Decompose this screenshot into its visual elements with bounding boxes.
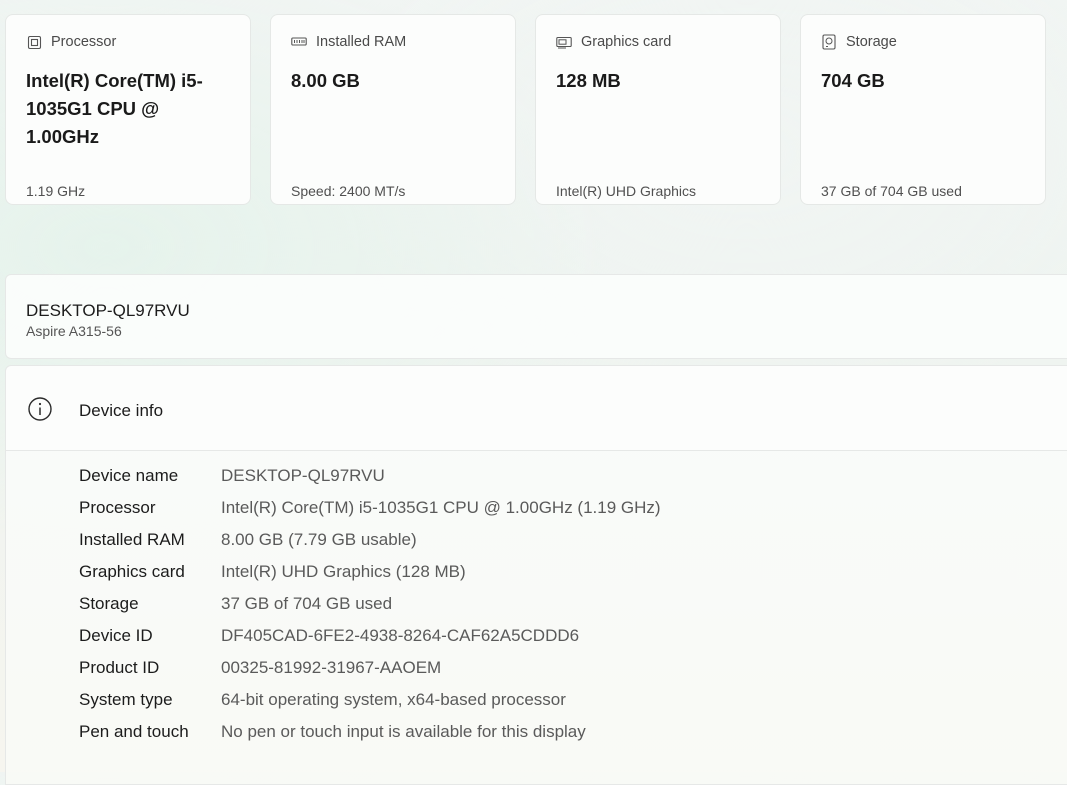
info-value: DESKTOP-QL97RVU xyxy=(221,466,385,485)
info-label: Product ID xyxy=(79,658,160,677)
info-row-product-id: Product ID 00325-81992-31967-AAOEM xyxy=(79,652,661,684)
device-info-list: Device name DESKTOP-QL97RVU Processor In… xyxy=(79,460,661,748)
ram-card[interactable]: Installed RAM 8.00 GB Speed: 2400 MT/s xyxy=(270,14,516,205)
info-value: 64-bit operating system, x64-based proce… xyxy=(221,690,566,709)
info-row-device-name: Device name DESKTOP-QL97RVU xyxy=(79,460,661,492)
info-row-system-type: System type 64-bit operating system, x64… xyxy=(79,684,661,716)
ram-card-subtext: Speed: 2400 MT/s xyxy=(291,183,406,199)
info-label: Device name xyxy=(79,466,179,485)
graphics-card-icon xyxy=(556,34,572,50)
ram-card-title: Installed RAM xyxy=(316,34,407,50)
info-row-installed-ram: Installed RAM 8.00 GB (7.79 GB usable) xyxy=(79,524,661,556)
ram-card-header: Installed RAM xyxy=(291,34,406,50)
info-value: 00325-81992-31967-AAOEM xyxy=(221,658,442,677)
processor-card-header: Processor xyxy=(26,34,116,50)
storage-card-header: Storage xyxy=(821,34,897,50)
graphics-card-card[interactable]: Graphics card 128 MB Intel(R) UHD Graphi… xyxy=(535,14,781,205)
info-label: Graphics card xyxy=(79,562,185,581)
info-icon xyxy=(28,397,52,421)
storage-icon xyxy=(821,34,837,50)
info-row-storage: Storage 37 GB of 704 GB used xyxy=(79,588,661,620)
graphics-card-subtext: Intel(R) UHD Graphics xyxy=(556,183,697,199)
storage-card-subtext: 37 GB of 704 GB used xyxy=(821,183,962,199)
info-value: DF405CAD-6FE2-4938-8264-CAF62A5CDDD6 xyxy=(221,626,580,645)
device-info-title: Device info xyxy=(79,401,164,420)
ram-icon xyxy=(291,34,307,50)
storage-card-value: 704 GB xyxy=(821,70,885,91)
graphics-card-value: 128 MB xyxy=(556,70,621,91)
info-value: No pen or touch input is available for t… xyxy=(221,722,586,741)
ram-card-value: 8.00 GB xyxy=(291,70,360,91)
processor-card[interactable]: Processor Intel(R) Core(TM) i5-1035G1 CP… xyxy=(5,14,251,205)
device-banner[interactable]: DESKTOP-QL97RVU Aspire A315-56 xyxy=(5,274,1067,359)
info-label: Pen and touch xyxy=(79,722,189,741)
processor-card-value: Intel(R) Core(TM) i5-1035G1 CPU @ 1.00GH… xyxy=(26,70,203,147)
info-value: Intel(R) Core(TM) i5-1035G1 CPU @ 1.00GH… xyxy=(221,498,661,517)
info-row-processor: Processor Intel(R) Core(TM) i5-1035G1 CP… xyxy=(79,492,661,524)
info-label: System type xyxy=(79,690,173,709)
processor-icon xyxy=(26,34,42,50)
info-label: Processor xyxy=(79,498,156,517)
device-info-header[interactable]: Device info xyxy=(6,366,1067,451)
info-label: Device ID xyxy=(79,626,153,645)
info-value: 37 GB of 704 GB used xyxy=(221,594,393,613)
device-info-panel: Device info Device name DESKTOP-QL97RVU … xyxy=(5,365,1067,785)
info-row-pen-and-touch: Pen and touch No pen or touch input is a… xyxy=(79,716,661,748)
info-label: Installed RAM xyxy=(79,530,185,549)
info-row-device-id: Device ID DF405CAD-6FE2-4938-8264-CAF62A… xyxy=(79,620,661,652)
processor-card-subtext: 1.19 GHz xyxy=(26,183,86,199)
info-row-graphics-card: Graphics card Intel(R) UHD Graphics (128… xyxy=(79,556,661,588)
device-name-heading: DESKTOP-QL97RVU xyxy=(26,301,190,320)
graphics-card-title: Graphics card xyxy=(581,34,672,50)
storage-card-title: Storage xyxy=(846,34,897,50)
info-value: 8.00 GB (7.79 GB usable) xyxy=(221,530,417,549)
storage-card[interactable]: Storage 704 GB 37 GB of 704 GB used xyxy=(800,14,1046,205)
info-label: Storage xyxy=(79,594,139,613)
info-value: Intel(R) UHD Graphics (128 MB) xyxy=(221,562,466,581)
graphics-card-header: Graphics card xyxy=(556,34,671,50)
processor-card-title: Processor xyxy=(51,34,117,50)
device-model: Aspire A315-56 xyxy=(26,323,122,339)
